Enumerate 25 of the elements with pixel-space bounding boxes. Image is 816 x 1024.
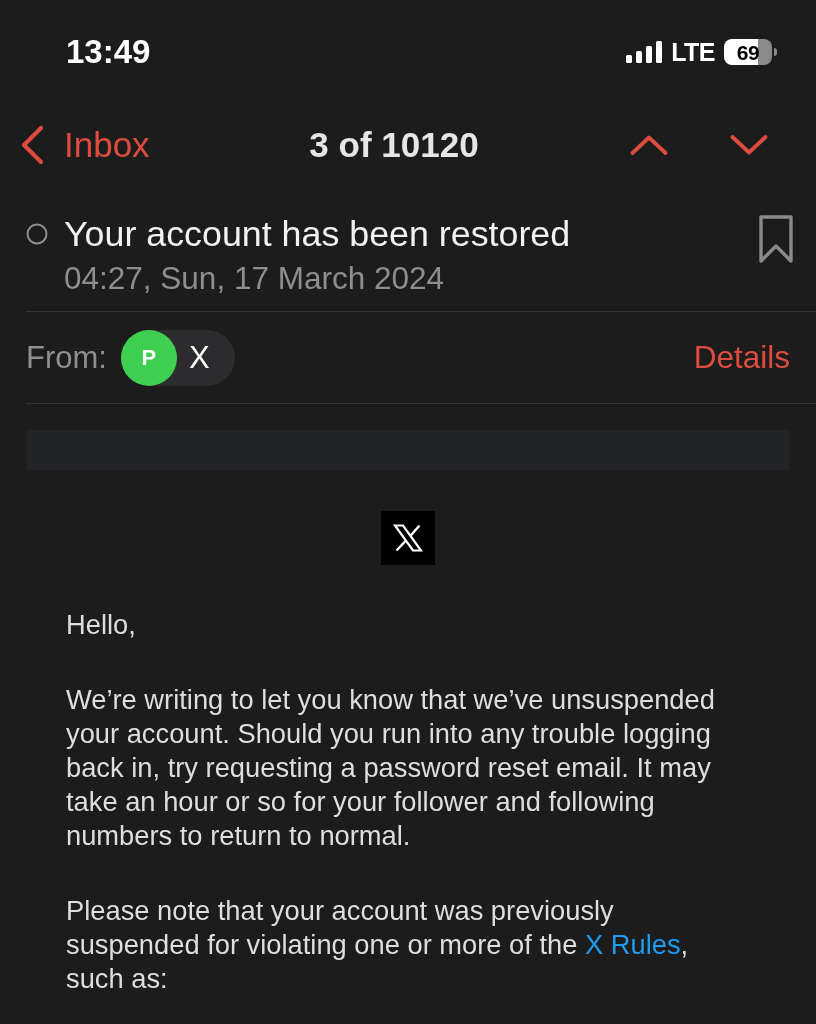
sender-name: X <box>188 339 210 376</box>
back-button[interactable]: Inbox <box>20 125 150 165</box>
clock-time: 13:49 <box>66 33 151 71</box>
previous-button[interactable] <box>630 135 668 155</box>
signal-icon <box>626 41 663 63</box>
logo-icon <box>381 511 435 565</box>
rules-link[interactable]: X Rules <box>584 929 681 960</box>
network-type: LTE <box>671 37 715 67</box>
avatar: P <box>120 329 177 386</box>
chevron-up-icon <box>630 135 668 155</box>
email-subject: Your account has been restored <box>64 214 572 254</box>
email-date: 04:27, Sun, 17 March 2024 <box>64 260 445 296</box>
details-button[interactable]: Details <box>693 339 790 376</box>
sender-chip[interactable]: P X <box>120 329 235 386</box>
bookmark-icon[interactable] <box>758 215 794 263</box>
message-counter: 3 of 10120 <box>309 125 479 165</box>
chevron-down-icon <box>730 135 768 155</box>
greeting-text: Hello, <box>66 608 137 642</box>
battery-percentage: 69 <box>736 41 760 63</box>
body-paragraph: Please note that your account was previously suspended for violating one or more of the X Rules, such as: <box>66 894 690 996</box>
body-paragraph: We’re writing to let you know that we’ve unsuspended your account. Should you run into any trouble logging back in, try requesting a password reset email. It may take an hour or so for your follower and following numbers to return to normal. <box>66 683 716 853</box>
chevron-left-icon <box>20 125 44 165</box>
circle-icon <box>26 223 48 245</box>
from-label: From: <box>26 339 107 376</box>
next-button[interactable] <box>730 135 768 155</box>
